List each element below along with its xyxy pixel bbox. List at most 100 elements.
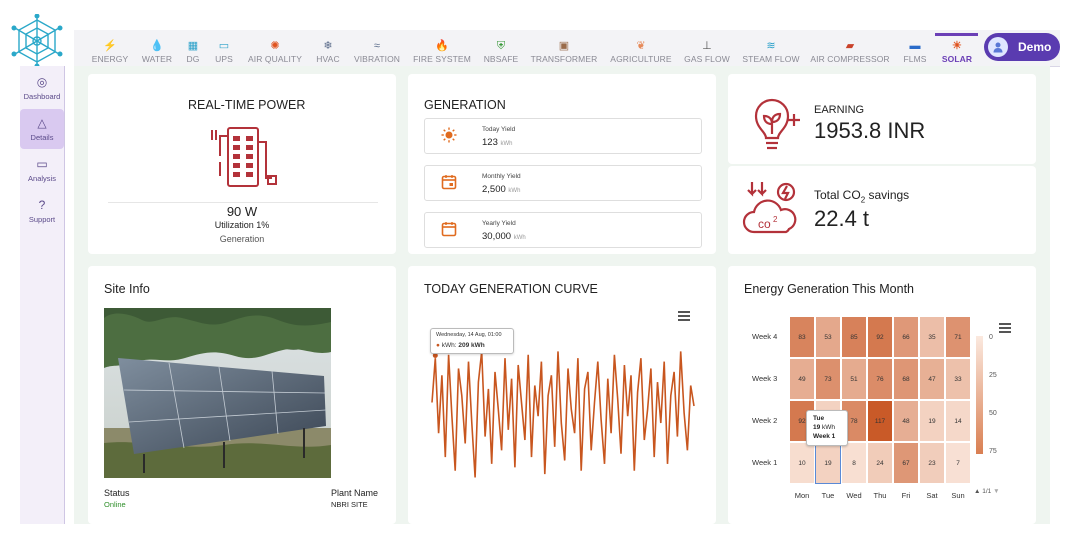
- tooltip-value: ● kWh: 209 kWh: [436, 342, 485, 349]
- heatmap-cell[interactable]: 83: [789, 316, 815, 358]
- sidebar-item-support[interactable]: ? Support: [20, 191, 64, 231]
- heatmap-cell[interactable]: 10: [789, 442, 815, 484]
- nav-tab-water[interactable]: 💧 WATER: [142, 32, 172, 64]
- heatmap-cell[interactable]: 71: [945, 316, 971, 358]
- heatmap-cell[interactable]: 47: [919, 358, 945, 400]
- generation-curve-card: TODAY GENERATION CURVE Wednesday, 14 Aug…: [408, 266, 716, 524]
- nav-tab-label: AIR COMPRESSOR: [810, 54, 890, 64]
- nav-tab-label: WATER: [141, 54, 173, 64]
- heatmap-cell[interactable]: 7: [945, 442, 971, 484]
- yearly-yield-row: Yearly Yield 30,000 kWh: [424, 212, 702, 248]
- chart-menu-icon[interactable]: [678, 308, 690, 326]
- tooltip-date: Wednesday, 14 Aug, 01:00: [436, 332, 502, 338]
- nav-tab-ups[interactable]: ▭ UPS: [215, 32, 233, 64]
- heatmap-cell[interactable]: 85: [841, 316, 867, 358]
- generation-label: Generation: [219, 234, 265, 244]
- nav-tab-gas-flow[interactable]: ⊥ GAS FLOW: [684, 32, 730, 64]
- co2-cloud-icon: co 2: [742, 180, 804, 247]
- card-title: Site Info: [104, 282, 150, 296]
- nav-tab-hvac[interactable]: ❄ HVAC: [316, 32, 339, 64]
- nav-tab-label: GAS FLOW: [684, 54, 730, 64]
- heatmap-cell[interactable]: 49: [789, 358, 815, 400]
- active-tab-indicator: [935, 33, 978, 36]
- nav-tab-vibration[interactable]: ≈ VIBRATION: [354, 32, 400, 64]
- svg-text:2: 2: [773, 215, 778, 224]
- sidebar-item-label: Details: [30, 132, 54, 142]
- x-tick-label: Wed: [846, 491, 862, 500]
- nav-tab-steam-flow[interactable]: ≋ STEAM FLOW: [742, 32, 799, 64]
- heatmap-cell[interactable]: 66: [893, 316, 919, 358]
- heatmap-cell[interactable]: 67: [893, 442, 919, 484]
- nav-tab-air-quality[interactable]: ✺ AIR QUALITY: [248, 32, 302, 64]
- nav-tab-label: TRANSFORMER: [530, 54, 598, 64]
- heatmap-cell[interactable]: 117: [867, 400, 893, 442]
- x-tick-label: Sat: [926, 491, 938, 500]
- heatmap-cell[interactable]: 23: [919, 442, 945, 484]
- heatmap-chart: Week 4 83 53 85 92 66 35 71 Week 3 49 73 51 76 68 47 33…: [728, 266, 1036, 524]
- heatmap-cell[interactable]: 35: [919, 316, 945, 358]
- sidebar-item-label: Dashboard: [23, 91, 61, 101]
- colorbar-tick: 75: [989, 448, 997, 455]
- heatmap-cell[interactable]: 24: [867, 442, 893, 484]
- nav-tab-label: DG: [186, 54, 200, 64]
- nav-tab-solar[interactable]: ☀ SOLAR: [942, 32, 972, 64]
- colorbar-tick: 50: [989, 410, 997, 417]
- heatmap-cell[interactable]: 19: [815, 442, 841, 484]
- heatmap-cell[interactable]: 14: [945, 400, 971, 442]
- earning-value: 1953.8 INR: [814, 118, 926, 143]
- nav-tab-nbsafe[interactable]: ⛨ NBSAFE: [484, 32, 519, 64]
- heatmap-cell[interactable]: 76: [867, 358, 893, 400]
- monitor-icon: ▭: [36, 156, 48, 171]
- sidebar-item-analysis[interactable]: ▭ Analysis: [20, 150, 64, 190]
- main-content: REAL-TIME POWER 90 W Utilization 1% Gene…: [74, 66, 1050, 524]
- compressor-icon: ▰: [845, 40, 855, 52]
- water-drop-icon: 💧: [150, 40, 164, 52]
- sidebar-item-label: Analysis: [28, 173, 56, 183]
- fire-icon: 🔥: [435, 40, 449, 52]
- heatmap-cell[interactable]: 48: [893, 400, 919, 442]
- site-photo: [104, 308, 331, 478]
- sun-icon: [441, 127, 457, 143]
- y-tick-label: Week 4: [752, 332, 778, 341]
- inverter-icon: [208, 122, 280, 197]
- transformer-icon: ▣: [558, 40, 570, 52]
- nav-tab-agriculture[interactable]: ❦ AGRICULTURE: [610, 32, 671, 64]
- heatmap-cell[interactable]: 53: [815, 316, 841, 358]
- truck-icon: ▬: [909, 40, 921, 52]
- vibration-icon: ≈: [373, 40, 381, 52]
- generation-curve-chart: [431, 351, 695, 478]
- nav-tab-air-compressor[interactable]: ▰ AIR COMPRESSOR: [810, 32, 889, 64]
- sidebar-item-label: Support: [28, 214, 56, 224]
- heatmap-cell[interactable]: 92: [867, 316, 893, 358]
- site-info-card: Site Info Status Online Plant Name NBRI …: [88, 266, 396, 524]
- user-menu-button[interactable]: Demo: [984, 33, 1060, 61]
- heatmap-cell[interactable]: 73: [815, 358, 841, 400]
- solar-icon: ☀: [952, 40, 962, 52]
- nav-tab-label: STEAM FLOW: [742, 54, 800, 64]
- generation-card: GENERATION Today Yield 123 kWh Monthly Y…: [408, 74, 716, 254]
- help-icon: ?: [38, 197, 46, 212]
- earning-label: EARNING: [814, 104, 865, 116]
- nav-tab-transformer[interactable]: ▣ TRANSFORMER: [531, 32, 598, 64]
- nav-tab-fire-system[interactable]: 🔥 FIRE SYSTEM: [413, 32, 471, 64]
- heatmap-cell[interactable]: 68: [893, 358, 919, 400]
- heatmap-cell[interactable]: 8: [841, 442, 867, 484]
- colorbar: [976, 336, 983, 454]
- plant-name-label: Plant Name: [331, 488, 379, 498]
- nav-tab-dg[interactable]: ▦ DG: [187, 32, 200, 64]
- warning-icon: △: [37, 115, 47, 130]
- nav-tab-label: UPS: [215, 54, 233, 64]
- nav-tab-flms[interactable]: ▬ FLMS: [903, 32, 926, 64]
- steam-icon: ≋: [766, 40, 776, 52]
- sidebar-item-details[interactable]: △ Details: [20, 109, 64, 149]
- heatmap-cell[interactable]: 51: [841, 358, 867, 400]
- row-value: 2,500 kWh: [482, 184, 521, 195]
- legend-pager[interactable]: ▲ 1/1 ▼: [974, 488, 1000, 495]
- row-label: Today Yield: [482, 126, 516, 133]
- heatmap-cell[interactable]: 19: [919, 400, 945, 442]
- x-tick-label: Mon: [794, 491, 810, 500]
- sidebar-item-dashboard[interactable]: ◎ Dashboard: [20, 68, 64, 108]
- nav-tab-energy[interactable]: ⚡ ENERGY: [92, 32, 129, 64]
- heatmap-cell[interactable]: 33: [945, 358, 971, 400]
- plant-name-value: NBRI SITE: [331, 500, 368, 509]
